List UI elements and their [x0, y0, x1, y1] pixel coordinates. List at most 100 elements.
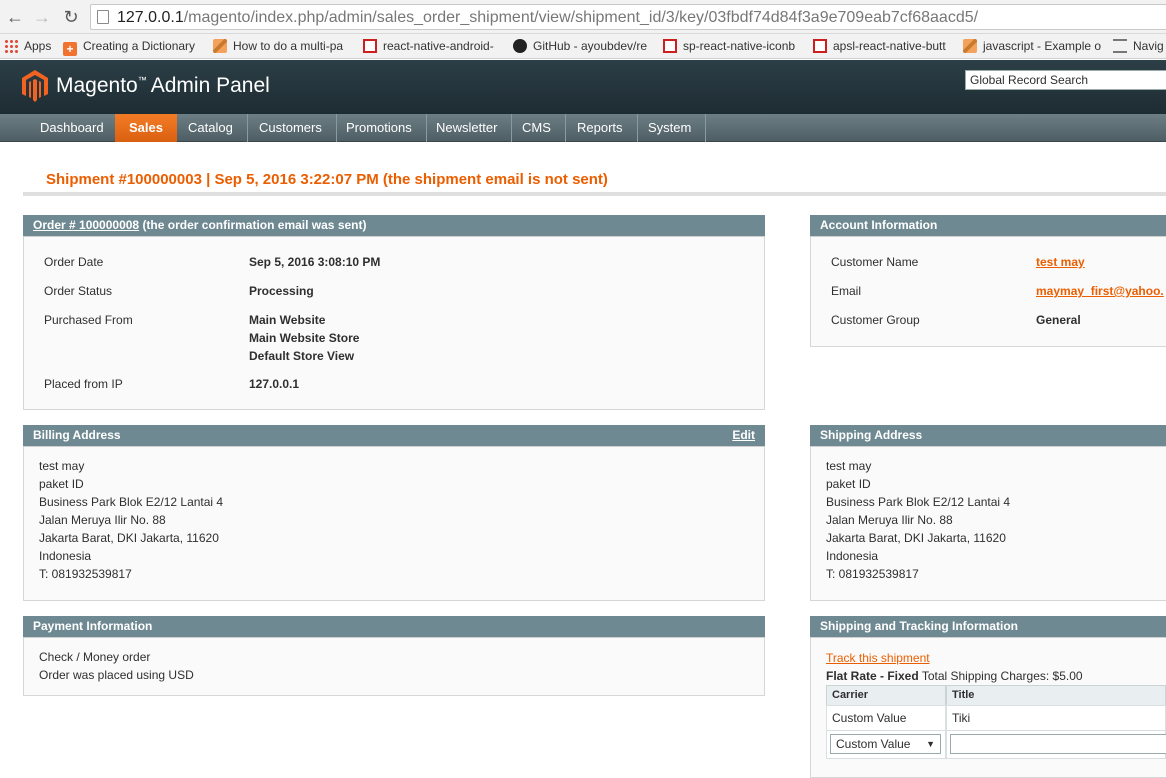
- url-text: 127.0.0.1/magento/index.php/admin/sales_…: [117, 9, 979, 26]
- bookmark-react-native-android[interactable]: react-native-android-: [363, 38, 494, 55]
- address-line: Jalan Meruya Ilir No. 88: [39, 513, 166, 527]
- forward-arrow-icon[interactable]: →: [31, 6, 53, 28]
- payment-currency: Order was placed using USD: [39, 668, 194, 682]
- billing-edit-link[interactable]: Edit: [732, 425, 755, 446]
- plus-icon: +: [63, 42, 77, 56]
- nav-dashboard[interactable]: Dashboard: [26, 114, 119, 142]
- purchased-from-website: Main Website: [249, 313, 326, 327]
- stack-icon: [213, 39, 227, 53]
- nav-reports[interactable]: Reports: [563, 114, 638, 142]
- shipping-address-lines: test may paket ID Business Park Blok E2/…: [826, 457, 1010, 583]
- purchased-from-store: Main Website Store: [249, 331, 360, 345]
- order-date-value: Sep 5, 2016 3:08:10 PM: [249, 255, 381, 269]
- billing-address-body: test may paket ID Business Park Blok E2/…: [23, 447, 765, 601]
- address-line: Jakarta Barat, DKI Jakarta, 11620: [39, 531, 219, 545]
- nav-cms[interactable]: CMS: [508, 114, 566, 142]
- address-line: test may: [39, 459, 85, 473]
- magento-logo-icon: [22, 70, 48, 102]
- billing-address-title: Billing Address: [33, 428, 121, 442]
- address-bar[interactable]: 127.0.0.1/magento/index.php/admin/sales_…: [90, 4, 1166, 30]
- bookmarks-bar: Apps + Creating a Dictionary How to do a …: [0, 34, 1166, 59]
- address-line: paket ID: [826, 477, 871, 491]
- nav-catalog[interactable]: Catalog: [174, 114, 248, 142]
- shipping-address-header: Shipping Address: [810, 425, 1166, 447]
- address-line: T: 081932539817: [39, 567, 132, 581]
- nav-newsletter[interactable]: Newsletter: [422, 114, 513, 142]
- purchased-from-label: Purchased From: [44, 313, 133, 327]
- carrier-select[interactable]: Custom Value ▼: [830, 734, 941, 754]
- shipping-charges: Flat Rate - Fixed Total Shipping Charges…: [826, 669, 1083, 683]
- account-info-body: Customer Name test may Email maymay_firs…: [810, 237, 1166, 347]
- order-number-link[interactable]: Order # 100000008: [33, 218, 139, 232]
- customer-group-value: General: [1036, 313, 1081, 327]
- tracking-info-header: Shipping and Tracking Information: [810, 616, 1166, 638]
- admin-title[interactable]: Magento™ Admin Panel: [56, 74, 270, 98]
- admin-header: Magento™ Admin Panel: [0, 60, 1166, 114]
- address-line: paket ID: [39, 477, 84, 491]
- placed-ip-label: Placed from IP: [44, 377, 123, 391]
- order-date-label: Order Date: [44, 255, 104, 269]
- order-status-label: Order Status: [44, 284, 113, 298]
- carrier-column-header: Carrier: [826, 685, 946, 706]
- browser-toolbar: ← → ↻ 127.0.0.1/magento/index.php/admin/…: [0, 0, 1166, 34]
- address-line: Indonesia: [826, 549, 879, 563]
- email-label: Email: [831, 284, 862, 298]
- customer-group-label: Customer Group: [831, 313, 920, 327]
- bookmark-icon: [363, 39, 377, 53]
- address-line: test may: [826, 459, 872, 473]
- customer-name-link[interactable]: test may: [1036, 253, 1085, 271]
- main-nav: Dashboard Sales Catalog Customers Promot…: [0, 114, 1166, 142]
- order-info-header: Order # 100000008 (the order confirmatio…: [23, 215, 765, 237]
- bookmark-icon: [813, 39, 827, 53]
- billing-address-header: Billing Address Edit: [23, 425, 765, 447]
- email-link[interactable]: maymay_first@yahoo.: [1036, 282, 1164, 300]
- customer-name-label: Customer Name: [831, 255, 919, 269]
- order-info-body: Order Date Sep 5, 2016 3:08:10 PM Order …: [23, 237, 765, 410]
- billing-address-lines: test may paket ID Business Park Blok E2/…: [39, 457, 223, 583]
- page-icon: [97, 10, 109, 24]
- account-info-header: Account Information: [810, 215, 1166, 237]
- bookmark-github[interactable]: GitHub - ayoubdev/re: [513, 38, 647, 55]
- payment-details: Check / Money order Order was placed usi…: [39, 648, 194, 684]
- global-search-input[interactable]: [965, 70, 1166, 90]
- address-line: Indonesia: [39, 549, 92, 563]
- carrier-cell: Custom Value: [826, 705, 946, 731]
- nav-promotions[interactable]: Promotions: [332, 114, 427, 142]
- reload-icon[interactable]: ↻: [60, 6, 82, 28]
- title-column-header: Title: [946, 685, 1166, 706]
- bookmark-apps[interactable]: Apps: [4, 38, 51, 55]
- placed-ip-value: 127.0.0.1: [249, 377, 300, 391]
- bookmark-multi-pa[interactable]: How to do a multi-pa: [213, 38, 343, 55]
- page-title: Shipment #100000003 | Sep 5, 2016 3:22:0…: [46, 171, 608, 188]
- address-line: Jakarta Barat, DKI Jakarta, 11620: [826, 531, 1006, 545]
- nav-icon: [1113, 39, 1127, 53]
- bookmark-apsl-react-native[interactable]: apsl-react-native-butt: [813, 38, 946, 55]
- tracking-title-input[interactable]: [950, 734, 1166, 754]
- stack-icon: [963, 39, 977, 53]
- payment-info-header: Payment Information: [23, 616, 765, 638]
- payment-method: Check / Money order: [39, 650, 151, 664]
- heading-divider: [23, 192, 1166, 196]
- nav-sales[interactable]: Sales: [115, 114, 177, 142]
- address-line: Business Park Blok E2/12 Lantai 4: [39, 495, 224, 509]
- nav-system[interactable]: System: [634, 114, 707, 142]
- bookmark-navig[interactable]: Navig: [1113, 38, 1164, 55]
- shipping-address-body: test may paket ID Business Park Blok E2/…: [810, 447, 1166, 601]
- address-line: Jalan Meruya Ilir No. 88: [826, 513, 953, 527]
- bookmark-creating-dictionary[interactable]: + Creating a Dictionary: [63, 38, 195, 56]
- nav-customers[interactable]: Customers: [245, 114, 337, 142]
- bookmark-sp-react-native[interactable]: sp-react-native-iconb: [663, 38, 795, 55]
- track-shipment-link[interactable]: Track this shipment: [826, 651, 930, 665]
- order-status-value: Processing: [249, 284, 314, 298]
- address-line: T: 081932539817: [826, 567, 919, 581]
- back-arrow-icon[interactable]: ←: [4, 6, 26, 28]
- order-email-note: (the order confirmation email was sent): [142, 218, 367, 232]
- bookmark-javascript-example[interactable]: javascript - Example o: [963, 38, 1101, 55]
- title-cell: Tiki: [946, 705, 1166, 731]
- purchased-from-view: Default Store View: [249, 349, 355, 363]
- github-icon: [513, 39, 527, 53]
- apps-icon: [4, 39, 18, 53]
- chevron-down-icon: ▼: [926, 739, 935, 749]
- payment-info-body: Check / Money order Order was placed usi…: [23, 638, 765, 696]
- address-line: Business Park Blok E2/12 Lantai 4: [826, 495, 1011, 509]
